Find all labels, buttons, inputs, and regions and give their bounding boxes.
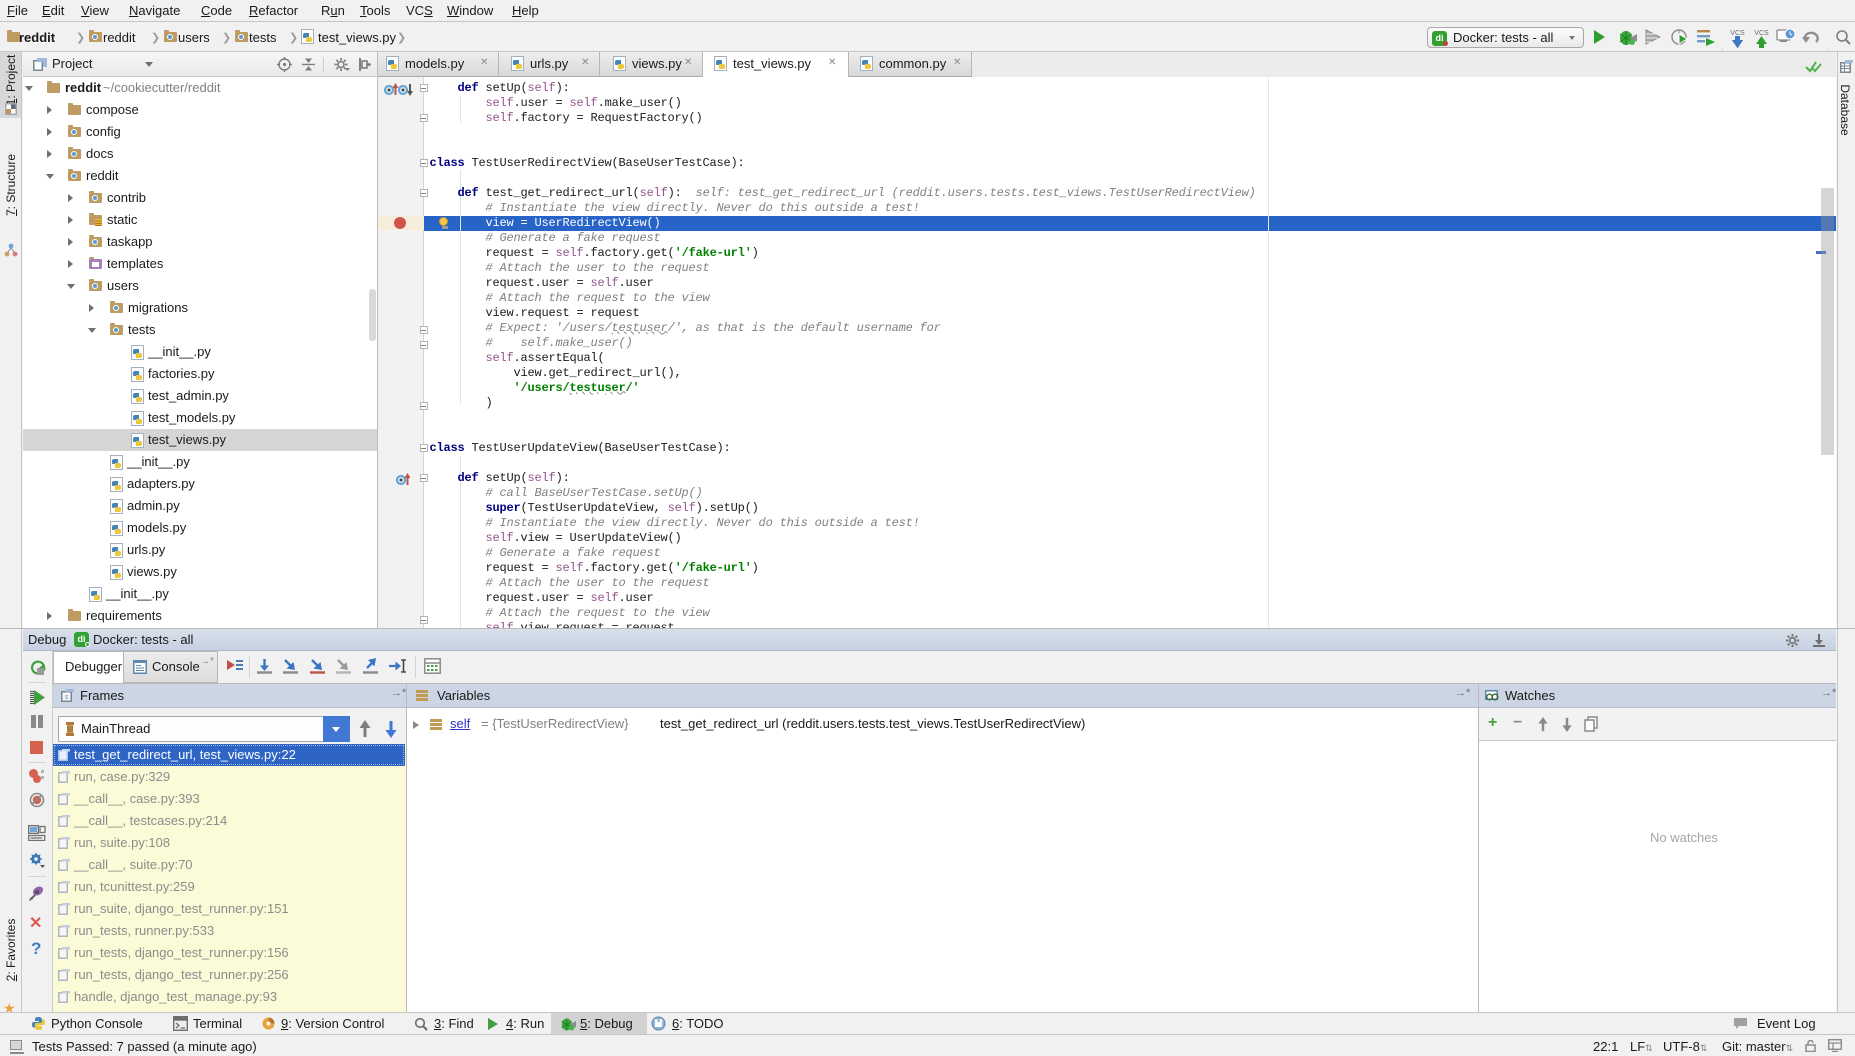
svg-text:s: s: [65, 694, 69, 701]
svg-text:VCS: VCS: [1754, 30, 1769, 37]
svg-text:VCS: VCS: [1730, 30, 1745, 37]
